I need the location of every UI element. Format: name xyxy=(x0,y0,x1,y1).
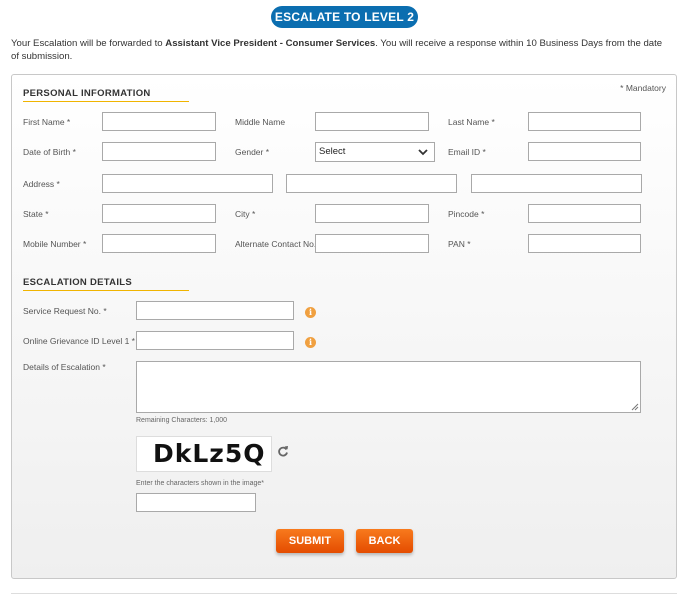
city-input[interactable] xyxy=(315,204,429,223)
mobile-label: Mobile Number * xyxy=(23,239,87,249)
service-request-label: Service Request No. * xyxy=(23,306,107,316)
page-title: ESCALATE TO LEVEL 2 xyxy=(271,6,418,28)
email-input[interactable] xyxy=(528,142,641,161)
address-line-3-input[interactable] xyxy=(471,174,642,193)
alt-contact-input[interactable] xyxy=(315,234,429,253)
gender-select[interactable]: Select xyxy=(315,142,435,162)
refresh-icon[interactable] xyxy=(277,445,289,457)
captcha-image: DkLz5Q xyxy=(136,436,272,472)
pincode-input[interactable] xyxy=(528,204,641,223)
first-name-label: First Name * xyxy=(23,117,71,127)
back-button[interactable]: BACK xyxy=(356,529,413,553)
mandatory-note: * Mandatory xyxy=(620,83,666,93)
email-label: Email ID * xyxy=(448,147,486,157)
escalation-details-rule xyxy=(23,290,189,291)
submit-button[interactable]: SUBMIT xyxy=(276,529,344,553)
personal-info-rule xyxy=(23,101,189,102)
personal-info-heading: PERSONAL INFORMATION xyxy=(23,88,151,99)
dob-input[interactable] xyxy=(102,142,216,161)
info-icon[interactable]: i xyxy=(305,337,316,348)
gender-label: Gender * xyxy=(235,147,270,157)
middle-name-input[interactable] xyxy=(315,112,429,131)
middle-name-label: Middle Name xyxy=(235,117,286,127)
captcha-hint: Enter the characters shown in the image* xyxy=(136,480,265,487)
gender-select-value: Select xyxy=(319,146,346,157)
intro-text: Your Escalation will be forwarded to Ass… xyxy=(11,37,671,63)
intro-recipient: Assistant Vice President - Consumer Serv… xyxy=(165,38,376,49)
footer-divider xyxy=(11,593,677,594)
intro-text-before: Your Escalation will be forwarded to xyxy=(11,38,166,49)
first-name-input[interactable] xyxy=(102,112,216,131)
pan-label: PAN * xyxy=(448,239,471,249)
escalation-details-heading: ESCALATION DETAILS xyxy=(23,277,133,288)
chevron-down-icon xyxy=(418,149,428,156)
last-name-label: Last Name * xyxy=(448,117,495,127)
alt-contact-label: Alternate Contact No. xyxy=(235,239,317,249)
state-label: State * xyxy=(23,209,49,219)
grievance-id-input[interactable] xyxy=(136,331,294,350)
address-line-1-input[interactable] xyxy=(102,174,273,193)
details-textarea[interactable] xyxy=(136,361,641,413)
resize-handle-icon[interactable] xyxy=(631,403,639,411)
details-label: Details of Escalation * xyxy=(23,362,106,372)
remaining-characters: Remaining Characters: 1,000 xyxy=(136,417,228,424)
escalation-form-panel: * Mandatory PERSONAL INFORMATION First N… xyxy=(11,74,677,579)
last-name-input[interactable] xyxy=(528,112,641,131)
mobile-input[interactable] xyxy=(102,234,216,253)
city-label: City * xyxy=(235,209,256,219)
captcha-input[interactable] xyxy=(136,493,256,512)
pan-input[interactable] xyxy=(528,234,641,253)
pincode-label: Pincode * xyxy=(448,209,485,219)
address-label: Address * xyxy=(23,179,60,189)
info-icon[interactable]: i xyxy=(305,307,316,318)
address-line-2-input[interactable] xyxy=(286,174,457,193)
service-request-input[interactable] xyxy=(136,301,294,320)
state-input[interactable] xyxy=(102,204,216,223)
dob-label: Date of Birth * xyxy=(23,147,76,157)
grievance-id-label: Online Grievance ID Level 1 * xyxy=(23,336,135,346)
